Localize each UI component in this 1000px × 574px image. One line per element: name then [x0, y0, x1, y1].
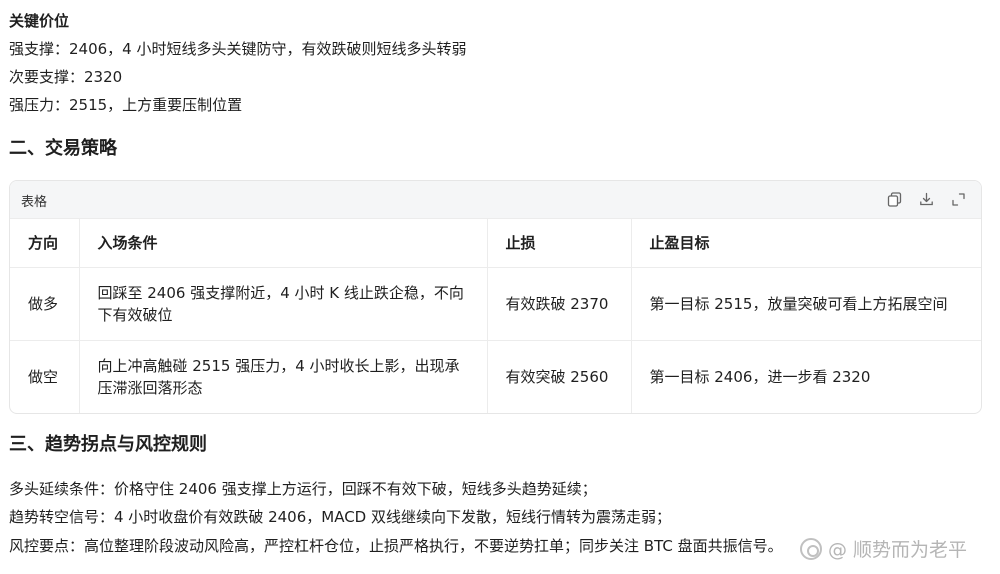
cell-stop-loss: 有效跌破 2370 [487, 267, 632, 341]
header-take-profit: 止盈目标 [631, 219, 981, 268]
header-stop-loss: 止损 [487, 219, 632, 268]
strategy-table-card: 表格 方向 入场条件 止损 止盈目标 做多 回踩至 2406 强支撑附近，4 小… [9, 180, 982, 414]
table-tools [885, 190, 967, 208]
cell-take-profit: 第一目标 2515，放量突破可看上方拓展空间 [631, 267, 981, 341]
cell-entry-condition: 向上冲高触碰 2515 强压力，4 小时收长上影，出现承压滞涨回落形态 [79, 340, 488, 413]
cell-direction: 做空 [10, 340, 80, 413]
table-header-row: 方向 入场条件 止损 止盈目标 [10, 219, 981, 268]
watermark-logo-icon [800, 537, 822, 560]
copy-icon[interactable] [885, 190, 903, 208]
strong-resistance-line: 强压力：2515，上方重要压制位置 [9, 96, 243, 114]
download-icon[interactable] [917, 190, 935, 208]
header-direction: 方向 [10, 219, 80, 268]
cell-direction: 做多 [10, 267, 80, 341]
cell-stop-loss: 有效突破 2560 [487, 340, 632, 413]
key-levels-heading: 关键价位 [9, 12, 70, 30]
bearish-signal-paragraph: 趋势转空信号：4 小时收盘价有效跌破 2406，MACD 双线继续向下发散，短线… [9, 508, 671, 526]
risk-control-paragraph: 风控要点：高位整理阶段波动风险高，严控杠杆仓位，止损严格执行，不要逆势扛单；同步… [9, 537, 783, 555]
cell-entry-condition: 回踩至 2406 强支撑附近，4 小时 K 线止跌企稳，不向下有效破位 [79, 267, 488, 341]
secondary-support-line: 次要支撑：2320 [9, 68, 123, 86]
bull-continuation-paragraph: 多头延续条件：价格守住 2406 强支撑上方运行，回踩不有效下破，短线多头趋势延… [9, 480, 597, 498]
strategy-table: 方向 入场条件 止损 止盈目标 做多 回踩至 2406 强支撑附近，4 小时 K… [10, 219, 981, 413]
trading-strategy-title: 二、交易策略 [9, 138, 117, 159]
trend-risk-title: 三、趋势拐点与风控规则 [9, 434, 207, 455]
cell-take-profit: 第一目标 2406，进一步看 2320 [649, 367, 871, 386]
table-row: 做多 回踩至 2406 强支撑附近，4 小时 K 线止跌企稳，不向下有效破位 有… [10, 267, 981, 341]
watermark-text: @ 顺势而为老平 [828, 539, 968, 561]
table-row: 做空 向上冲高触碰 2515 强压力，4 小时收长上影，出现承压滞涨回落形态 有… [10, 340, 981, 413]
expand-icon[interactable] [949, 190, 967, 208]
strong-support-line: 强支撑：2406，4 小时短线多头关键防守，有效跌破则短线多头转弱 [9, 40, 467, 58]
header-entry-condition: 入场条件 [79, 219, 488, 268]
table-caption: 表格 [21, 195, 48, 210]
table-toolbar: 表格 [10, 181, 981, 219]
author-watermark: @ 顺势而为老平 [800, 535, 967, 562]
